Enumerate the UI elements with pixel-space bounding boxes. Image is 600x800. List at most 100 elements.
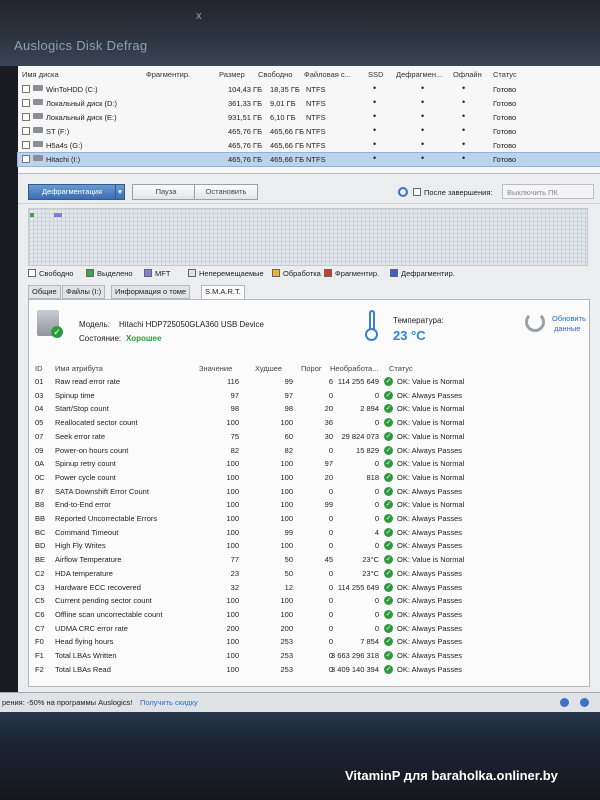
state-label: Состояние: bbox=[79, 334, 122, 343]
smart-cell-raw: 0 bbox=[374, 514, 379, 523]
smart-cell-value: 100 bbox=[226, 472, 239, 482]
pause-button[interactable]: Пауза bbox=[132, 184, 200, 200]
smart-row[interactable]: C5 Current pending sector count 100 100 0 0 OK… bbox=[35, 594, 583, 607]
smart-row[interactable]: 07 Seek error rate 75 60 30 29 824 073 OK: Val… bbox=[35, 430, 583, 443]
disk-cell-free: 465,66 ГБ bbox=[270, 141, 305, 150]
info-icon[interactable] bbox=[580, 698, 589, 707]
smart-cell-value: 100 bbox=[226, 637, 239, 647]
disk-checkbox[interactable] bbox=[22, 155, 30, 163]
settings-icon[interactable] bbox=[398, 187, 408, 197]
smart-row[interactable]: B8 End-to-End error 100 100 99 0 OK: Value is … bbox=[35, 498, 583, 511]
col-threshold[interactable]: Порог bbox=[301, 364, 322, 373]
close-icon[interactable]: x bbox=[196, 10, 202, 22]
smart-cell-id: 09 bbox=[35, 445, 44, 455]
col-attr[interactable]: Имя атрибута bbox=[55, 364, 103, 373]
hdd-icon bbox=[33, 141, 43, 147]
smart-row[interactable]: 05 Reallocated sector count 100 100 36 0 OK: V… bbox=[35, 416, 583, 429]
smart-row[interactable]: F2 Total LBAs Read 100 253 0 3 409 140 394 OK:… bbox=[35, 663, 583, 676]
smart-row[interactable]: B7 SATA Downshift Error Count 100 100 0 0 OK: … bbox=[35, 485, 583, 498]
tab-general[interactable]: Общие bbox=[28, 285, 61, 299]
tab-files[interactable]: Файлы (I:) bbox=[62, 285, 106, 299]
smart-cell-attr: High Fly Writes bbox=[55, 541, 106, 551]
tab-smart[interactable]: S.M.A.R.T. bbox=[201, 285, 245, 300]
disk-cell-defrag: • bbox=[421, 97, 425, 107]
temp-value: 23 °C bbox=[393, 328, 426, 343]
smart-row[interactable]: C6 Offline scan uncorrectable count 100 100… bbox=[35, 608, 583, 621]
col-status[interactable]: Статус bbox=[389, 364, 413, 373]
smart-cell-attr: Power cycle count bbox=[55, 472, 116, 482]
smart-cell-status: OK: Always Passes bbox=[397, 637, 463, 647]
col-free[interactable]: Свободно bbox=[258, 70, 292, 79]
status-ok-icon: ✓ bbox=[384, 472, 393, 482]
smart-row[interactable]: BC Command Timeout 100 99 0 4 OK: Always Passe… bbox=[35, 526, 583, 539]
disk-row[interactable]: Локальный диск (E:) 931,51 ГБ 6,10 ГБ NTFS •… bbox=[18, 111, 600, 124]
smart-row[interactable]: C3 Hardware ECC recovered 32 12 0 114 255 649… bbox=[35, 581, 583, 594]
smart-cell-status: OK: Always Passes bbox=[397, 651, 463, 660]
col-status[interactable]: Статус bbox=[493, 70, 517, 79]
smart-cell-attr: Command Timeout bbox=[55, 527, 119, 537]
smart-row[interactable]: 04 Start/Stop count 98 98 20 2 894 OK: Value i… bbox=[35, 402, 583, 415]
disk-row[interactable]: ST (F:) 465,76 ГБ 465,66 ГБ NTFS • • • Готово bbox=[18, 125, 600, 138]
disk-checkbox[interactable] bbox=[22, 113, 30, 121]
defrag-button[interactable]: Дефрагментация bbox=[28, 184, 116, 200]
disk-row[interactable]: Локальный диск (D:) 361,33 ГБ 9,01 ГБ NTFS •… bbox=[18, 97, 600, 110]
disk-row[interactable]: Hitachi (I:) 465,76 ГБ 465,66 ГБ NTFS • • • Гот… bbox=[17, 152, 600, 167]
after-finish-checkbox[interactable] bbox=[413, 188, 421, 196]
stop-button[interactable]: Остановить bbox=[194, 184, 258, 200]
smart-row[interactable]: F1 Total LBAs Written 100 253 0 3 663 296 318… bbox=[35, 649, 583, 662]
col-raw[interactable]: Необработа... bbox=[330, 364, 378, 373]
col-size[interactable]: Размер bbox=[219, 70, 245, 79]
disk-cell-status: Готово bbox=[493, 141, 517, 150]
smart-row[interactable]: C7 UDMA CRC error rate 200 200 0 0 OK: Always … bbox=[35, 622, 583, 635]
model-value: Hitachi HDP725050GLA360 USB Device bbox=[119, 320, 264, 329]
legend-swatch bbox=[28, 269, 36, 277]
refresh-link-2[interactable]: данные bbox=[554, 324, 580, 333]
col-offline[interactable]: Офлайн bbox=[453, 70, 482, 79]
col-value[interactable]: Значение bbox=[199, 364, 232, 373]
smart-row[interactable]: 0A Spinup retry count 100 100 97 0 OK: Value i… bbox=[35, 457, 583, 470]
smart-cell-id: C7 bbox=[35, 623, 45, 633]
status-bar: рения: -50% на программы Auslogics! Полу… bbox=[0, 692, 600, 712]
after-finish-select[interactable]: Выключить ПК bbox=[502, 184, 594, 199]
smart-cell-worst: 98 bbox=[284, 404, 293, 414]
smart-row[interactable]: C2 HDA temperature 23 50 0 23°C OK: Always Pas… bbox=[35, 567, 583, 580]
col-frag[interactable]: Фрагментир. bbox=[146, 70, 190, 79]
defrag-dropdown-button[interactable]: ▾ bbox=[115, 184, 125, 200]
tab-volume-info[interactable]: Информация о томе bbox=[111, 285, 191, 299]
smart-cell-raw: 4 bbox=[374, 527, 379, 537]
smart-row[interactable]: 09 Power-on hours count 82 82 0 15 829 OK: Alw… bbox=[35, 444, 583, 457]
disk-row[interactable]: Н5a4s (G:) 465,76 ГБ 465,66 ГБ NTFS • • • Готов… bbox=[18, 139, 600, 152]
disk-checkbox[interactable] bbox=[22, 141, 30, 149]
status-ok-icon: ✓ bbox=[384, 390, 393, 400]
col-ssd[interactable]: SSD bbox=[368, 70, 383, 79]
smart-cell-status: OK: Value is Normal bbox=[397, 500, 465, 510]
col-name[interactable]: Имя диска bbox=[22, 70, 59, 79]
disk-checkbox[interactable] bbox=[22, 127, 30, 135]
discount-link[interactable]: Получить скидку bbox=[140, 698, 198, 707]
col-fs[interactable]: Файловая с... bbox=[304, 70, 351, 79]
refresh-link[interactable]: Обновить bbox=[552, 314, 586, 323]
smart-row[interactable]: BE Airflow Temperature 77 50 45 23°C OK: Value… bbox=[35, 553, 583, 566]
col-worst[interactable]: Худшее bbox=[255, 364, 282, 373]
smart-cell-worst: 100 bbox=[280, 514, 293, 523]
disk-row[interactable]: WinToHDD (C:) 104,43 ГБ 18,35 ГБ NTFS • • • Гот… bbox=[18, 83, 600, 96]
col-defrag[interactable]: Дефрагмен... bbox=[396, 70, 442, 79]
legend-swatch bbox=[86, 269, 94, 277]
smart-row[interactable]: BD High Fly Writes 100 100 0 0 OK: Always Pass… bbox=[35, 539, 583, 552]
disk-cell-name: Hitachi (I:) bbox=[46, 155, 81, 164]
refresh-icon[interactable] bbox=[525, 312, 545, 332]
thermometer-bulb bbox=[365, 328, 378, 341]
smart-cell-id: 01 bbox=[35, 377, 44, 386]
legend-label: Обработка bbox=[283, 269, 321, 278]
window-title: Auslogics Disk Defrag bbox=[14, 38, 148, 53]
smart-row[interactable]: 03 Spinup time 97 97 0 0 OK: Always Passes ✓ bbox=[35, 389, 583, 402]
smart-row[interactable]: 01 Raw read error rate 116 99 6 114 255 649 OK… bbox=[35, 375, 583, 388]
settings-icon[interactable] bbox=[560, 698, 569, 707]
disk-checkbox[interactable] bbox=[22, 99, 30, 107]
smart-row[interactable]: BB Reported Uncorrectable Errors 100 100 0 0 O… bbox=[35, 512, 583, 525]
smart-cell-id: 0A bbox=[35, 459, 45, 469]
disk-checkbox[interactable] bbox=[22, 85, 30, 93]
smart-row[interactable]: F0 Head flying hours 100 253 0 7 854 OK: Alway… bbox=[35, 635, 583, 648]
col-id[interactable]: ID bbox=[35, 364, 43, 373]
smart-row[interactable]: 0C Power cycle count 100 100 20 818 OK: Value … bbox=[35, 471, 583, 484]
